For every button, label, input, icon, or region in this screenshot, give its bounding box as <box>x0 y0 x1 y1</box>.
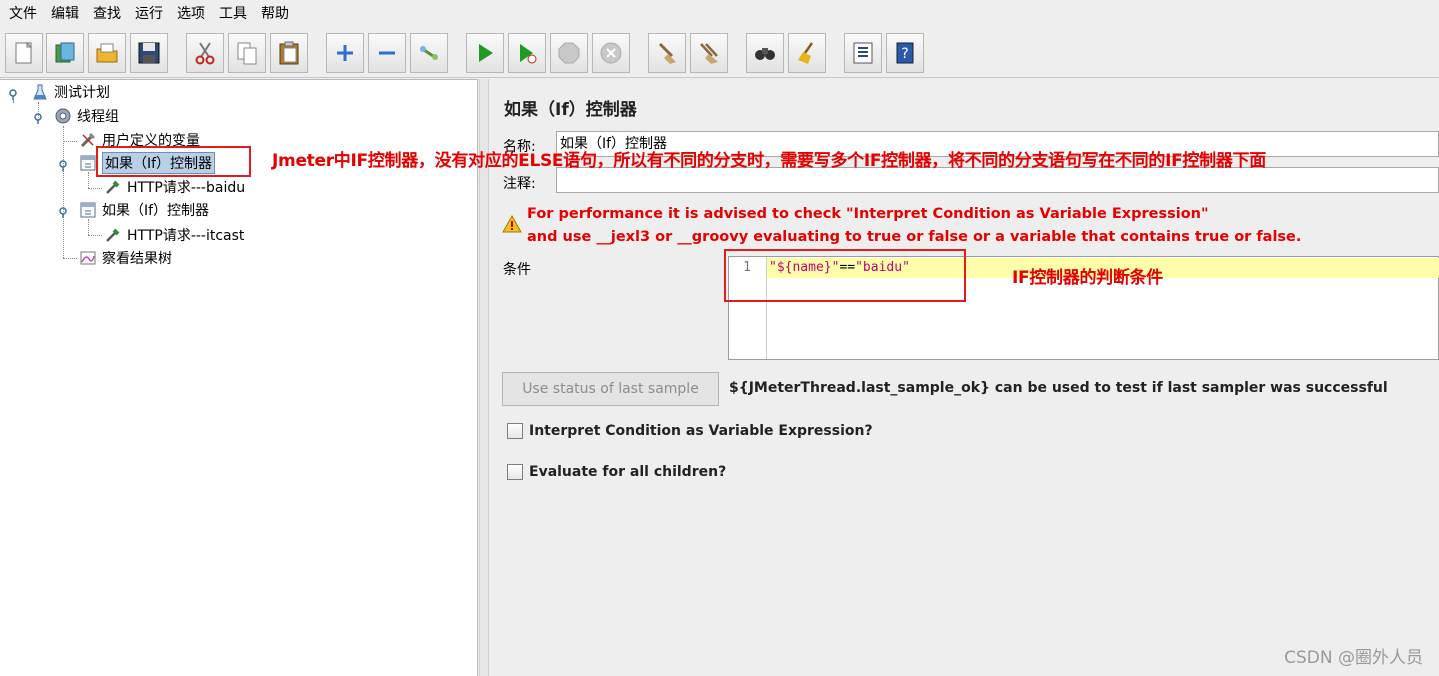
tree-node-result-tree[interactable]: 察看结果树 <box>78 247 172 269</box>
evaluate-children-checkbox[interactable] <box>507 464 523 480</box>
wrench-icon <box>78 130 98 150</box>
warning-icon <box>502 214 522 233</box>
collapse-button[interactable] <box>368 33 406 73</box>
tree-node-test-plan[interactable]: 测试计划 <box>30 81 110 103</box>
warning-text-line2: and use __jexl3 or __groovy evaluating t… <box>527 229 1302 245</box>
comment-label: 注释: <box>503 176 536 192</box>
tree-node-http-itcast[interactable]: HTTP请求---itcast <box>103 224 244 246</box>
annotation-box-condition <box>724 249 966 302</box>
search-button[interactable] <box>746 33 784 73</box>
new-icon <box>15 41 33 64</box>
start-icon <box>479 44 493 62</box>
cut-icon <box>195 42 215 65</box>
status-note: ${JMeterThread.last_sample_ok} can be us… <box>729 380 1388 396</box>
watermark: CSDN @圈外人员 <box>1284 648 1423 668</box>
tree-toggle-thread-group[interactable] <box>32 112 44 124</box>
tree-toggle-if-1[interactable] <box>57 159 69 171</box>
if-controller-icon <box>78 200 98 220</box>
menu-help[interactable]: 帮助 <box>256 0 298 28</box>
copy-button[interactable] <box>228 33 266 73</box>
expand-handle-icon <box>9 89 17 100</box>
interpret-condition-row[interactable]: Interpret Condition as Variable Expressi… <box>507 423 873 439</box>
condition-label: 条件 <box>503 262 531 278</box>
toggle-icon <box>420 46 438 60</box>
clear-button[interactable] <box>648 33 686 73</box>
clear-all-icon <box>700 43 718 64</box>
save-button[interactable] <box>130 33 168 73</box>
menu-run[interactable]: 运行 <box>130 0 172 28</box>
tree-node-thread-group[interactable]: 线程组 <box>53 105 119 127</box>
annotation-note-else: Jmeter中IF控制器，没有对应的ELSE语句，所以有不同的分支时，需要写多个… <box>272 151 1266 171</box>
function-helper-icon <box>853 42 873 64</box>
warning-text-line1: For performance it is advised to check "… <box>527 206 1209 222</box>
tree-label: HTTP请求---itcast <box>127 228 245 244</box>
tree-node-http-baidu[interactable]: HTTP请求---baidu <box>103 176 245 198</box>
tree-label: 线程组 <box>77 109 119 125</box>
start-no-pause-button[interactable] <box>508 33 546 73</box>
open-icon <box>96 43 118 63</box>
copy-icon <box>237 42 257 65</box>
clear-all-button[interactable] <box>690 33 728 73</box>
tree-label: 测试计划 <box>54 85 110 101</box>
help-icon: ? <box>896 42 914 64</box>
toggle-button[interactable] <box>410 33 448 73</box>
expand-handle-icon <box>34 113 42 124</box>
paste-button[interactable] <box>270 33 308 73</box>
tree-toggle-test-plan[interactable] <box>7 88 19 100</box>
panel-title: 如果（If）控制器 <box>504 100 637 120</box>
start-button[interactable] <box>466 33 504 73</box>
evaluate-children-label: Evaluate for all children? <box>529 464 727 480</box>
evaluate-children-row[interactable]: Evaluate for all children? <box>507 464 726 480</box>
pipette-icon <box>103 225 123 245</box>
reset-search-button[interactable] <box>788 33 826 73</box>
annotation-box-tree <box>96 146 251 177</box>
clear-icon <box>658 42 676 64</box>
interpret-condition-checkbox[interactable] <box>507 423 523 439</box>
menu-tools[interactable]: 工具 <box>214 0 256 28</box>
stop-button[interactable] <box>550 33 588 73</box>
tree-label: HTTP请求---baidu <box>127 180 246 196</box>
collapse-icon <box>379 51 395 55</box>
new-button[interactable] <box>5 33 43 73</box>
start-no-pause-icon <box>520 44 537 64</box>
templates-button[interactable] <box>46 33 84 73</box>
tree-label: 如果（If）控制器 <box>102 203 210 219</box>
shutdown-icon <box>600 42 622 64</box>
annotation-note-condition: IF控制器的判断条件 <box>1012 268 1163 288</box>
gear-icon <box>53 106 73 126</box>
test-plan-icon <box>30 82 50 102</box>
menu-bar: 文件 编辑 查找 运行 选项 工具 帮助 <box>0 0 1439 28</box>
expand-icon <box>337 45 353 61</box>
paste-icon <box>279 41 299 65</box>
svg-text:?: ? <box>901 46 908 62</box>
templates-icon <box>55 42 75 63</box>
help-button[interactable]: ? <box>886 33 924 73</box>
open-button[interactable] <box>88 33 126 73</box>
toolbar: ? <box>0 28 1439 78</box>
expand-handle-icon <box>59 160 67 171</box>
tree-label: 察看结果树 <box>102 251 172 267</box>
cut-button[interactable] <box>186 33 224 73</box>
pipette-icon <box>103 177 123 197</box>
menu-edit[interactable]: 编辑 <box>46 0 88 28</box>
expand-handle-icon <box>59 207 67 218</box>
interpret-condition-label: Interpret Condition as Variable Expressi… <box>529 423 873 439</box>
function-helper-button[interactable] <box>844 33 882 73</box>
search-icon <box>755 48 775 60</box>
tree-toggle-if-2[interactable] <box>57 206 69 218</box>
save-icon <box>138 42 160 64</box>
shutdown-button[interactable] <box>592 33 630 73</box>
use-status-button[interactable]: Use status of last sample <box>502 372 719 406</box>
expand-button[interactable] <box>326 33 364 73</box>
chart-icon <box>78 248 98 268</box>
menu-options[interactable]: 选项 <box>172 0 214 28</box>
tree-node-if-controller-2[interactable]: 如果（If）控制器 <box>78 199 209 221</box>
reset-search-icon <box>798 42 814 64</box>
if-controller-icon <box>78 153 98 173</box>
stop-icon <box>558 42 580 64</box>
menu-file[interactable]: 文件 <box>4 0 46 28</box>
menu-search[interactable]: 查找 <box>88 0 130 28</box>
